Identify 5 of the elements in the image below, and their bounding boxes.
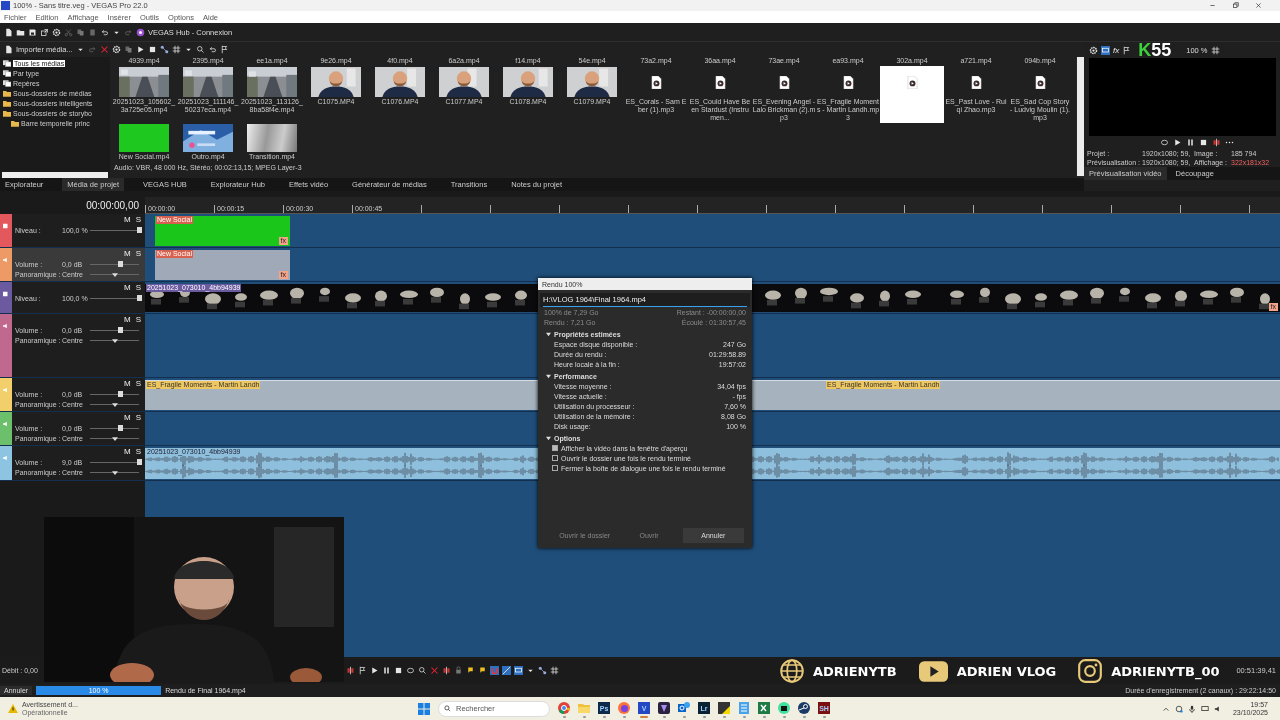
social-handle: ADRIEN VLOG: [956, 663, 1057, 679]
channel-logo: K55: [1138, 39, 1172, 61]
timecode: 00:00:00,00: [86, 200, 139, 211]
social-handle: ADRIENYTB: [813, 663, 897, 679]
social-handle: ADRIENYTB_00: [1111, 663, 1220, 679]
